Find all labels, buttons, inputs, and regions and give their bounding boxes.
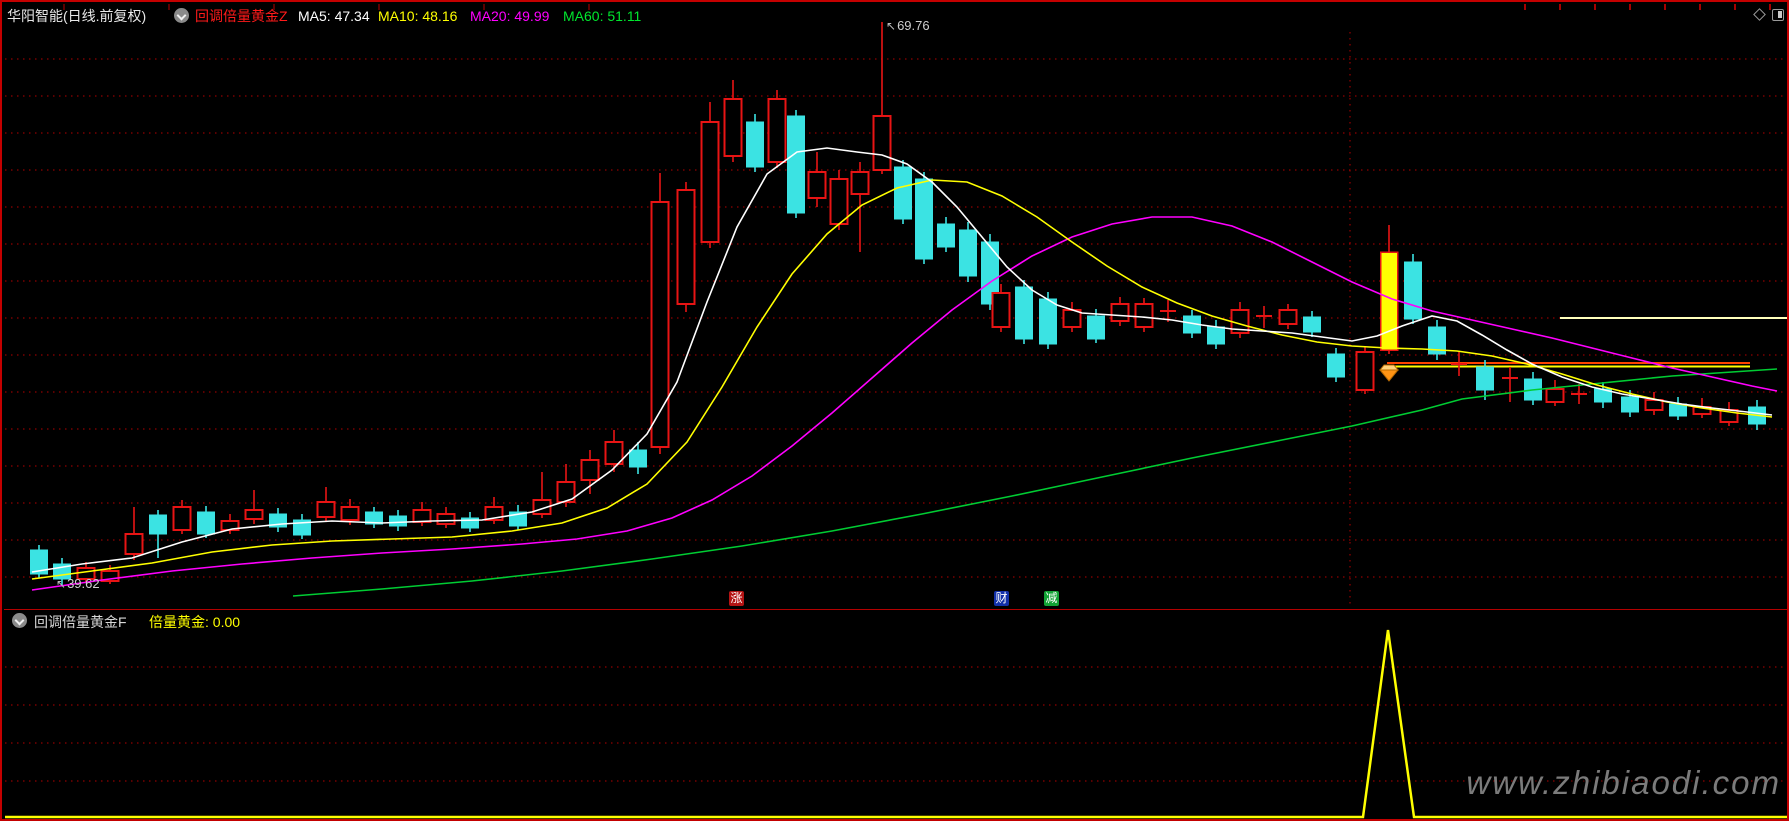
candle [126, 534, 143, 554]
high-marker-arrow-icon: ↖ [886, 19, 896, 33]
sub-indicator-name[interactable]: 回调倍量黄金F [34, 612, 127, 632]
candle [342, 507, 359, 520]
candle [938, 224, 955, 247]
gem-icon [1380, 370, 1398, 381]
ma10-value: MA10: 48.16 [378, 7, 457, 25]
main-chart-canvas[interactable] [2, 2, 1787, 819]
sub-indicator-value: 倍量黄金: 0.00 [149, 612, 240, 632]
high-price-annotation: ↖69.76 [886, 18, 930, 33]
signal-candle [1381, 252, 1398, 350]
candle [1088, 316, 1105, 339]
candle [1328, 354, 1345, 377]
candle [747, 122, 764, 167]
candle [246, 510, 263, 519]
candle [1280, 310, 1297, 324]
candle [414, 510, 431, 522]
candle [1208, 327, 1225, 344]
main-indicator-name[interactable]: 回调倍量黄金Z [195, 7, 288, 25]
candle [198, 512, 215, 534]
candle [1547, 389, 1564, 402]
candle [960, 230, 977, 276]
candle [1016, 287, 1033, 339]
candle [993, 293, 1010, 327]
candle [725, 99, 742, 156]
candle [1646, 400, 1663, 410]
candle [318, 502, 335, 517]
candle [1136, 304, 1153, 327]
low-marker-arrow-icon: ↖ [56, 577, 66, 591]
candle [809, 172, 826, 198]
candle [916, 179, 933, 259]
candle [1405, 262, 1422, 319]
candle [895, 167, 912, 219]
candle [1304, 317, 1321, 332]
watermark: www.zhibiaodi.com [1466, 764, 1781, 802]
low-price-label: 39.62 [67, 576, 100, 591]
candle [769, 99, 786, 162]
candle [1670, 404, 1687, 416]
candle [831, 179, 848, 224]
signal-badge: 财 [994, 591, 1009, 606]
candle [788, 116, 805, 213]
signal-badge: 减 [1044, 591, 1059, 606]
candle [438, 514, 455, 524]
signal-badge: 涨 [729, 591, 744, 606]
stock-title: 华阳智能(日线.前复权) [7, 7, 146, 25]
candle [1622, 397, 1639, 412]
panel-layout-icon[interactable] [1772, 9, 1784, 21]
candle [1477, 367, 1494, 390]
candle [1064, 310, 1081, 327]
collapse-indicator-icon[interactable] [174, 8, 189, 23]
candle [702, 122, 719, 242]
candle [630, 450, 647, 467]
ma5-value: MA5: 47.34 [298, 7, 370, 25]
candle [852, 172, 869, 194]
collapse-subindicator-icon[interactable] [12, 613, 27, 628]
high-price-label: 69.76 [897, 18, 930, 33]
candle [678, 190, 695, 304]
candle [582, 460, 599, 480]
ma60-value: MA60: 51.11 [563, 7, 641, 25]
candle [874, 116, 891, 170]
chart-window: 华阳智能(日线.前复权) 回调倍量黄金Z MA5: 47.34 MA10: 48… [0, 0, 1789, 821]
candle [174, 507, 191, 530]
ma20-value: MA20: 49.99 [470, 7, 549, 25]
candle [1357, 352, 1374, 390]
low-price-annotation: ↖39.62 [56, 576, 100, 591]
ma-line-ma10 [32, 180, 1772, 579]
candle [150, 515, 167, 534]
candle [390, 516, 407, 526]
candle [1040, 299, 1057, 344]
candle [1112, 304, 1129, 321]
